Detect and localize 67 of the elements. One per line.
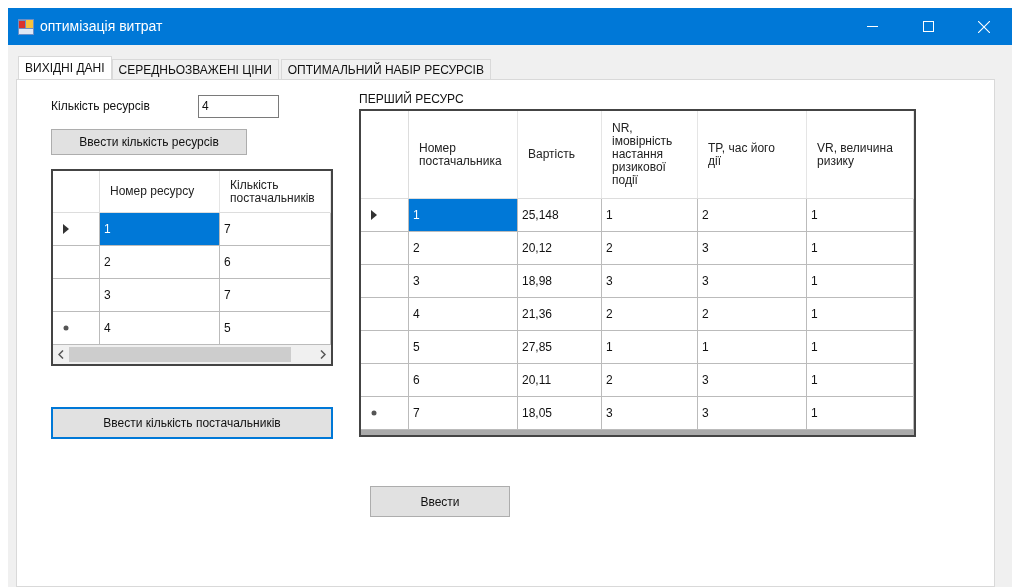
current-row-icon <box>63 224 69 234</box>
table-cell[interactable]: 3 <box>602 397 698 429</box>
column-header[interactable]: NR, імовірність настання ризикової події <box>602 111 698 198</box>
table-cell[interactable]: 3 <box>698 397 807 429</box>
table-cell[interactable]: 3 <box>100 279 220 311</box>
column-header[interactable]: Номер постачальника <box>409 111 518 198</box>
column-header[interactable]: Номер ресурсу <box>100 171 220 212</box>
table-cell[interactable]: 2 <box>602 364 698 396</box>
table-cell[interactable]: 2 <box>698 199 807 231</box>
table-cell[interactable]: 1 <box>807 199 914 231</box>
app-icon <box>18 18 34 35</box>
table-cell[interactable]: 3 <box>602 265 698 297</box>
table-cell[interactable]: 1 <box>698 331 807 363</box>
table-cell[interactable]: 1 <box>602 331 698 363</box>
table-cell[interactable]: 1 <box>807 232 914 264</box>
table-cell[interactable]: 1 <box>602 199 698 231</box>
column-header[interactable]: Кількість постачальників <box>220 171 331 212</box>
table-cell[interactable]: 20,11 <box>518 364 602 396</box>
column-header[interactable]: Вартість <box>518 111 602 198</box>
table-cell[interactable]: 2 <box>409 232 518 264</box>
table-cell[interactable]: 1 <box>409 199 518 231</box>
table-cell[interactable]: 2 <box>100 246 220 278</box>
table-cell[interactable]: 1 <box>807 298 914 330</box>
table-cell[interactable]: 6 <box>409 364 518 396</box>
table-cell[interactable]: 2 <box>602 298 698 330</box>
table-cell[interactable]: 2 <box>602 232 698 264</box>
tab[interactable]: ВИХІДНІ ДАНІ <box>18 56 112 79</box>
current-row-icon <box>371 210 377 220</box>
table-cell[interactable]: 1 <box>807 265 914 297</box>
table-cell[interactable]: 3 <box>409 265 518 297</box>
table-cell[interactable]: 18,98 <box>518 265 602 297</box>
table-cell[interactable]: 3 <box>698 265 807 297</box>
table-cell[interactable]: 7 <box>409 397 518 429</box>
table-cell[interactable]: 7 <box>220 213 331 245</box>
table-cell[interactable]: 1 <box>100 213 220 245</box>
action-button[interactable]: Ввести кількість ресурсів <box>51 129 247 155</box>
table-cell[interactable]: 5 <box>409 331 518 363</box>
table-cell[interactable]: 18,05 <box>518 397 602 429</box>
tab[interactable]: ОПТИМАЛЬНИЙ НАБІР РЕСУРСІВ <box>280 59 491 79</box>
window-title: оптимізація витрат <box>40 17 163 36</box>
table-cell[interactable]: 1 <box>807 397 914 429</box>
scroll-thumb[interactable] <box>69 347 291 362</box>
table-cell[interactable]: 2 <box>698 298 807 330</box>
column-header[interactable]: TP, час його дії <box>698 111 807 198</box>
table-cell[interactable]: 25,148 <box>518 199 602 231</box>
table-cell[interactable]: 3 <box>698 364 807 396</box>
section-title: ПЕРШИЙ РЕСУРС <box>359 90 465 108</box>
new-row-icon <box>371 410 377 416</box>
horizontal-scrollbar[interactable] <box>53 345 331 364</box>
table-cell[interactable]: 5 <box>220 312 331 344</box>
table-cell[interactable]: 6 <box>220 246 331 278</box>
table-cell[interactable]: 4 <box>100 312 220 344</box>
action-button[interactable]: Ввести кількість постачальників <box>51 407 333 439</box>
table-cell[interactable]: 1 <box>807 364 914 396</box>
table-cell[interactable]: 4 <box>409 298 518 330</box>
tab[interactable]: СЕРЕДНЬОЗВАЖЕНІ ЦІНИ <box>111 59 279 79</box>
new-row-icon <box>63 325 69 331</box>
column-header[interactable]: VR, величина ризику <box>807 111 914 198</box>
table-cell[interactable]: 7 <box>220 279 331 311</box>
input-field[interactable]: 4 <box>198 94 279 118</box>
field-label: Кількість ресурсів <box>51 98 151 115</box>
table-cell[interactable]: 21,36 <box>518 298 602 330</box>
table-cell[interactable]: 20,12 <box>518 232 602 264</box>
table-cell[interactable]: 1 <box>807 331 914 363</box>
action-button[interactable]: Ввести <box>370 486 510 517</box>
table-cell[interactable]: 27,85 <box>518 331 602 363</box>
table-cell[interactable]: 3 <box>698 232 807 264</box>
